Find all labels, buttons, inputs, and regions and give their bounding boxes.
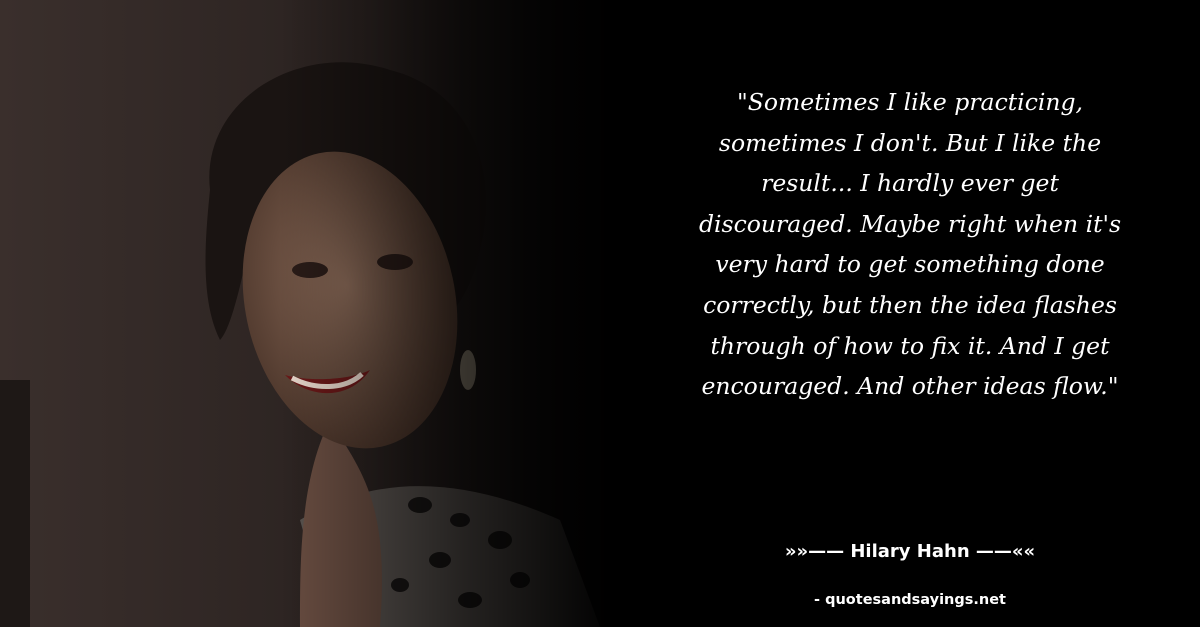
portrait-photo (0, 0, 620, 627)
quote-line: correctly, but then the idea flashes (703, 290, 1117, 319)
quote-card: "Sometimes I like practicing, sometimes … (0, 0, 1200, 627)
quote-text: "Sometimes I like practicing, sometimes … (640, 82, 1180, 407)
quote-line: very hard to get something done (715, 250, 1105, 279)
quote-line: through of how to fix it. And I get (710, 331, 1110, 360)
quote-line: result... I hardly ever get (761, 169, 1059, 198)
quote-line: "Sometimes I like practicing, (736, 88, 1084, 116)
quote-line: sometimes I don't. But I like the (718, 128, 1102, 157)
source-credit: - quotesandsayings.net (814, 592, 1006, 608)
quote-line: discouraged. Maybe right when it's (698, 209, 1122, 238)
quote-line: encouraged. And other ideas flow." (701, 372, 1119, 401)
author-attribution: »»—— Hilary Hahn ——«« (784, 541, 1036, 562)
